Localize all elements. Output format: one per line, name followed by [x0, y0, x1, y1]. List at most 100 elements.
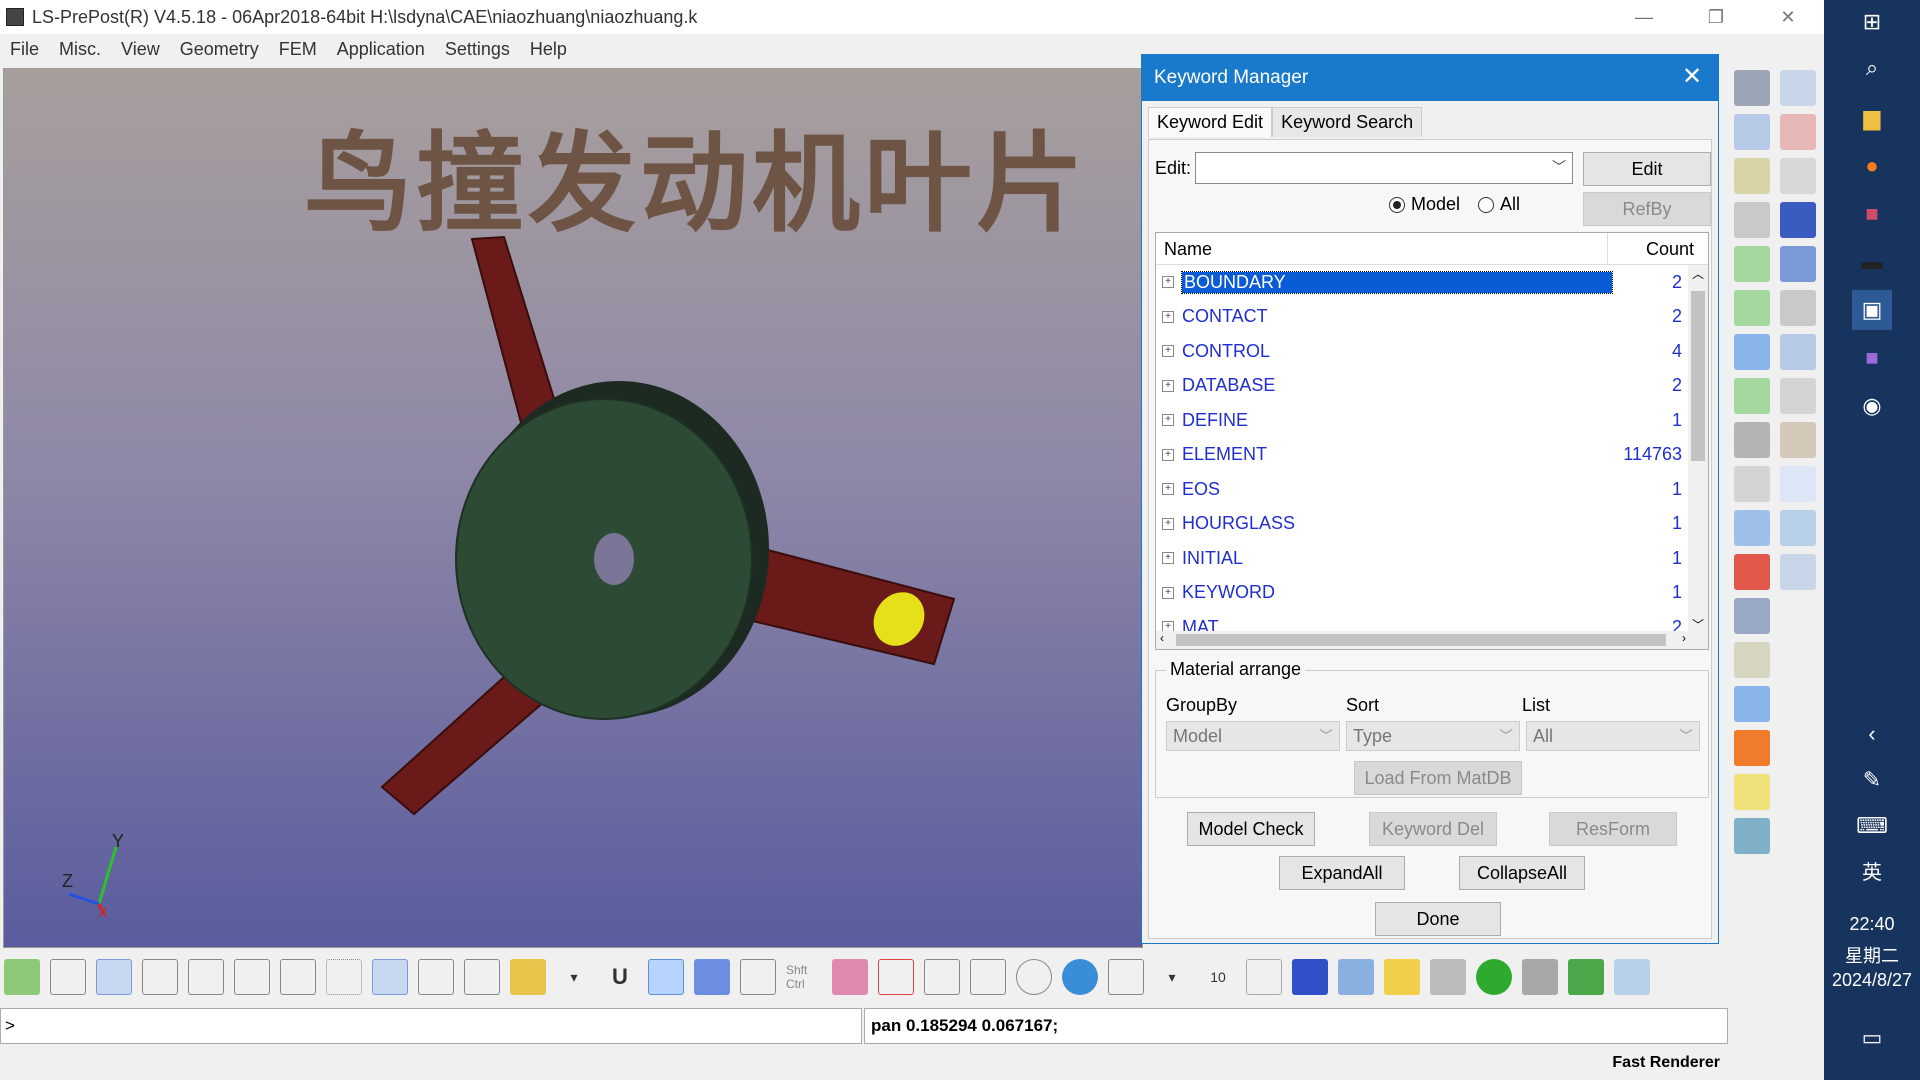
wireframe-cube-icon[interactable]: [50, 959, 86, 995]
hidden-cube-icon[interactable]: [142, 959, 178, 995]
menu-misc[interactable]: Misc.: [49, 39, 111, 60]
terminal-icon[interactable]: ▬: [1852, 242, 1892, 282]
zoom-in-icon[interactable]: [924, 959, 960, 995]
view-icon[interactable]: [1780, 554, 1816, 590]
transparent-cube-icon[interactable]: [464, 959, 500, 995]
u-button[interactable]: U: [602, 959, 638, 995]
layout-icon[interactable]: [1734, 686, 1770, 722]
expand-icon[interactable]: +: [1162, 448, 1174, 461]
feature-cube-icon[interactable]: [234, 959, 270, 995]
curve-icon[interactable]: [1780, 114, 1816, 150]
list-item[interactable]: + DATABASE 2: [1156, 369, 1708, 404]
stethoscope-icon[interactable]: [1780, 510, 1816, 546]
expand-icon[interactable]: +: [1162, 379, 1174, 392]
scroll-right-icon[interactable]: ›: [1682, 631, 1686, 645]
grid-icon[interactable]: [1780, 378, 1816, 414]
expand-all-button[interactable]: ExpandAll: [1279, 856, 1405, 890]
column-name-header[interactable]: Name: [1156, 233, 1608, 264]
pattern-icon[interactable]: [1430, 959, 1466, 995]
scroll-up-icon[interactable]: ︿: [1688, 265, 1708, 282]
menu-help[interactable]: Help: [520, 39, 577, 60]
keyword-del-button[interactable]: Keyword Del: [1369, 812, 1497, 846]
vertical-scrollbar[interactable]: ︿ ﹀: [1688, 265, 1708, 633]
premiere-icon[interactable]: ■: [1852, 338, 1892, 378]
expand-icon[interactable]: +: [1162, 345, 1174, 358]
radio-model[interactable]: [1389, 196, 1405, 213]
restore-button[interactable]: ❐: [1680, 0, 1752, 34]
color-fill-icon[interactable]: [510, 959, 546, 995]
resform-button[interactable]: ResForm: [1549, 812, 1677, 846]
list-select[interactable]: All ﹀: [1526, 721, 1700, 751]
clock-date[interactable]: 2024/8/27: [1824, 970, 1920, 991]
solid-icon[interactable]: [1780, 202, 1816, 238]
list-item[interactable]: + DEFINE 1: [1156, 403, 1708, 438]
edge-cube-icon[interactable]: [280, 959, 316, 995]
chevron-down-icon[interactable]: ﹀: [1552, 157, 1566, 177]
chevron-left-icon[interactable]: ‹: [1852, 714, 1892, 754]
dialog-close-icon[interactable]: ✕: [1678, 63, 1706, 91]
windows-start-icon[interactable]: ⊞: [1852, 2, 1892, 42]
model-check-button[interactable]: Model Check: [1187, 812, 1315, 846]
renumber-icon[interactable]: [1734, 290, 1770, 326]
settings-icon[interactable]: [1734, 202, 1770, 238]
list-item[interactable]: + CONTROL 4: [1156, 334, 1708, 369]
surface-icon[interactable]: [1780, 158, 1816, 194]
element-tools-icon[interactable]: [1780, 422, 1816, 458]
menu-view[interactable]: View: [111, 39, 170, 60]
edit-combo[interactable]: ﹀: [1195, 152, 1574, 184]
pen-icon[interactable]: ✎: [1852, 760, 1892, 800]
close-button[interactable]: ✕: [1752, 0, 1824, 34]
fringe-icon[interactable]: [4, 959, 40, 995]
front-view-icon[interactable]: [694, 959, 730, 995]
minimize-button[interactable]: —: [1608, 0, 1680, 34]
expand-icon[interactable]: +: [1162, 276, 1174, 289]
clock-weekday[interactable]: 星期二: [1824, 942, 1920, 968]
menu-fem[interactable]: FEM: [269, 39, 327, 60]
dialog-titlebar[interactable]: Keyword Manager ✕: [1142, 55, 1718, 101]
graphics-viewport[interactable]: 鸟撞发动机叶片 Y Z X: [3, 68, 1143, 948]
ime-language[interactable]: 英: [1824, 856, 1920, 885]
list-item[interactable]: + ELEMENT 114763: [1156, 438, 1708, 473]
parts-icon[interactable]: [1734, 114, 1770, 150]
shaded-cube-icon[interactable]: [96, 959, 132, 995]
command-input[interactable]: >: [0, 1008, 862, 1044]
window-icon[interactable]: [1734, 510, 1770, 546]
horizontal-scroll-thumb[interactable]: [1176, 634, 1666, 646]
column-count-header[interactable]: Count: [1608, 233, 1708, 264]
expand-icon[interactable]: +: [1162, 517, 1174, 530]
menu-geometry[interactable]: Geometry: [170, 39, 269, 60]
view-box-icon[interactable]: [1108, 959, 1144, 995]
expand-icon[interactable]: +: [1162, 586, 1174, 599]
vertical-scroll-thumb[interactable]: [1691, 291, 1705, 461]
menu-application[interactable]: Application: [327, 39, 435, 60]
expand-icon[interactable]: +: [1162, 414, 1174, 427]
file-explorer-icon[interactable]: ▆: [1852, 98, 1892, 138]
create-entity-icon[interactable]: [1734, 158, 1770, 194]
firefox-icon[interactable]: ●: [1852, 146, 1892, 186]
chevron-down-icon[interactable]: ▾: [556, 959, 592, 995]
menu-file[interactable]: File: [0, 39, 49, 60]
notification-icon[interactable]: ▭: [1852, 1018, 1892, 1058]
tab-keyword-edit[interactable]: Keyword Edit: [1148, 107, 1273, 137]
radio-all[interactable]: [1478, 196, 1495, 213]
center-icon[interactable]: [878, 959, 914, 995]
scroll-left-icon[interactable]: ‹: [1160, 631, 1164, 645]
element-cube-icon[interactable]: [372, 959, 408, 995]
eraser-icon[interactable]: [832, 959, 868, 995]
chevron-down-icon[interactable]: ▾: [1154, 959, 1190, 995]
search-icon[interactable]: ⌕: [1852, 48, 1892, 88]
clock-time[interactable]: 22:40: [1824, 914, 1920, 935]
gear-icon[interactable]: [1734, 70, 1770, 106]
box-icon[interactable]: [1292, 959, 1328, 995]
obs-icon[interactable]: ◉: [1852, 386, 1892, 426]
select-icon[interactable]: [1780, 70, 1816, 106]
tree-icon[interactable]: [1734, 818, 1770, 854]
check-icon[interactable]: [1734, 246, 1770, 282]
iso-view-icon[interactable]: [648, 959, 684, 995]
done-button[interactable]: Done: [1375, 902, 1501, 936]
list-item[interactable]: + CONTACT 2: [1156, 300, 1708, 335]
ls-prepost-taskbar-icon[interactable]: ▣: [1852, 290, 1892, 330]
chart-icon[interactable]: [1614, 959, 1650, 995]
blocks-icon[interactable]: [1780, 246, 1816, 282]
list-item[interactable]: + KEYWORD 1: [1156, 576, 1708, 611]
